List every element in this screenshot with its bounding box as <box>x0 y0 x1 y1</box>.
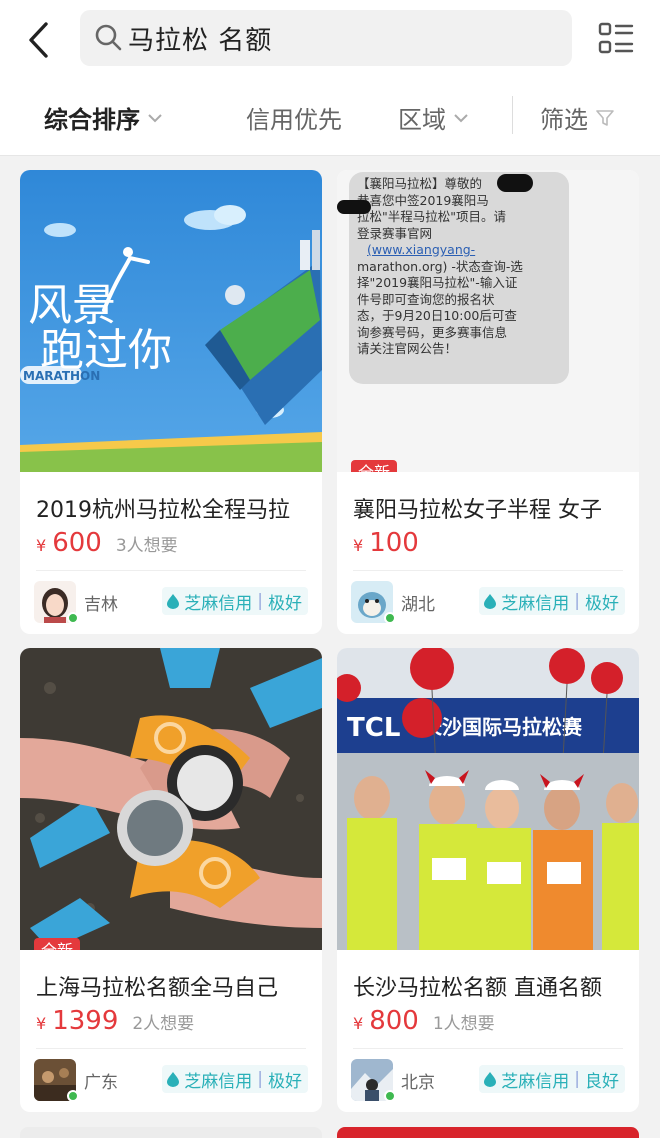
funnel-icon <box>596 109 614 126</box>
divider <box>36 1048 306 1049</box>
product-image: TCL 长沙国际马拉松赛 <box>337 648 639 950</box>
credit-first-tab[interactable]: 信用优先 <box>246 100 342 135</box>
product-image: 全新 <box>20 648 322 950</box>
seller-location: 北京 <box>401 1073 435 1093</box>
back-button[interactable] <box>20 20 56 60</box>
credit-badge: 芝麻信用 | 极好 <box>162 587 308 615</box>
search-icon <box>95 24 122 51</box>
currency: ¥ <box>36 536 47 555</box>
product-image: 【襄阳马拉松】尊敬的 恭喜您中签2019襄阳马 拉松"半程马拉松"项目。请 登录… <box>337 170 639 472</box>
price: ¥ 100 <box>353 528 419 558</box>
credit-badge: 芝麻信用 | 极好 <box>479 587 625 615</box>
credit-level: 极好 <box>585 593 619 614</box>
currency: ¥ <box>353 1014 364 1033</box>
credit-label: 芝麻信用 <box>184 1071 253 1092</box>
price: ¥ 800 1人想要 <box>353 1006 495 1036</box>
product-card[interactable]: 【襄阳马拉松】尊敬的 恭喜您中签2019襄阳马 拉松"半程马拉松"项目。请 登录… <box>337 170 639 634</box>
credit-badge: 芝麻信用 | 良好 <box>479 1065 625 1093</box>
chevron-down-icon <box>148 113 162 122</box>
top-bar: 马拉松 名额 <box>0 0 660 78</box>
product-card-partial[interactable] <box>20 1127 322 1138</box>
price: ¥ 600 3人想要 <box>36 528 178 558</box>
sesame-credit-icon <box>484 1072 497 1087</box>
image-text: 风景 <box>28 280 116 331</box>
product-card-partial[interactable] <box>337 1127 639 1138</box>
product-title: 2019杭州马拉松全程马拉 <box>36 498 290 523</box>
seller-location: 吉林 <box>84 595 118 615</box>
search-query: 马拉松 名额 <box>128 25 273 56</box>
product-title: 襄阳马拉松女子半程 女子 <box>353 498 602 523</box>
sesame-credit-icon <box>167 594 180 609</box>
app: 马拉松 名额 综合排序 信用优先 区域 筛选 风景 跑过你 MARATHON 2… <box>0 0 660 1138</box>
product-card[interactable]: 风景 跑过你 MARATHON 2019杭州马拉松全程马拉 ¥ 600 3人想要… <box>20 170 322 634</box>
sort-label: 综合排序 <box>44 106 140 134</box>
image-text: MARATHON <box>23 369 100 383</box>
online-dot <box>67 612 79 624</box>
sesame-credit-icon <box>167 1072 180 1087</box>
product-title: 长沙马拉松名额 直通名额 <box>353 976 602 1001</box>
seller-location: 湖北 <box>401 595 435 615</box>
filter-button[interactable]: 筛选 <box>540 100 614 135</box>
region-label: 区域 <box>398 106 446 134</box>
filter-bar: 综合排序 信用优先 区域 筛选 <box>0 78 660 156</box>
credit-level: 良好 <box>585 1071 619 1092</box>
online-dot <box>67 1090 79 1102</box>
banner-text: 长沙国际马拉松赛 <box>422 715 583 739</box>
region-dropdown[interactable]: 区域 <box>398 100 468 135</box>
sms-text: 【襄阳马拉松】尊敬的 恭喜您中签2019襄阳马 拉松"半程马拉松"项目。请 登录… <box>357 176 523 356</box>
filter-label: 筛选 <box>540 106 588 134</box>
search-input[interactable]: 马拉松 名额 <box>80 10 572 66</box>
new-badge: 全新 <box>351 460 397 472</box>
price: ¥ 1399 2人想要 <box>36 1006 194 1036</box>
sort-dropdown[interactable]: 综合排序 <box>44 100 162 135</box>
layout-toggle-button[interactable] <box>596 20 636 56</box>
price-value: 100 <box>369 528 419 558</box>
currency: ¥ <box>353 536 364 555</box>
chevron-left-icon <box>29 22 48 58</box>
seller-location: 广东 <box>84 1073 118 1093</box>
divider <box>353 570 623 571</box>
new-badge: 全新 <box>34 938 80 950</box>
credit-label: 芝麻信用 <box>184 593 253 614</box>
price-value: 600 <box>52 528 102 558</box>
want-count: 3人想要 <box>115 536 178 556</box>
product-card[interactable]: TCL 长沙国际马拉松赛 长沙马拉松名额 直通名额 ¥ 800 1人想要 北京 … <box>337 648 639 1112</box>
want-count: 1人想要 <box>432 1014 495 1034</box>
online-dot <box>384 1090 396 1102</box>
credit-label: 芝麻信用 <box>501 593 570 614</box>
divider <box>36 570 306 571</box>
want-count: 2人想要 <box>132 1014 195 1034</box>
price-value: 800 <box>369 1006 419 1036</box>
product-card[interactable]: 全新 上海马拉松名额全马自己 ¥ 1399 2人想要 广东 芝麻信用 | 极好 <box>20 648 322 1112</box>
list-layout-icon <box>598 22 634 54</box>
divider <box>353 1048 623 1049</box>
online-dot <box>384 612 396 624</box>
sesame-credit-icon <box>484 594 497 609</box>
credit-label: 芝麻信用 <box>501 1071 570 1092</box>
credit-level: 极好 <box>268 1071 302 1092</box>
currency: ¥ <box>36 1014 47 1033</box>
price-value: 1399 <box>52 1006 119 1036</box>
divider <box>512 96 513 134</box>
credit-level: 极好 <box>268 593 302 614</box>
product-image: 风景 跑过你 MARATHON <box>20 170 322 472</box>
product-title: 上海马拉松名额全马自己 <box>36 976 279 1001</box>
credit-badge: 芝麻信用 | 极好 <box>162 1065 308 1093</box>
chevron-down-icon <box>454 113 468 122</box>
banner-text: TCL <box>347 713 400 743</box>
credit-first-label: 信用优先 <box>246 106 342 134</box>
